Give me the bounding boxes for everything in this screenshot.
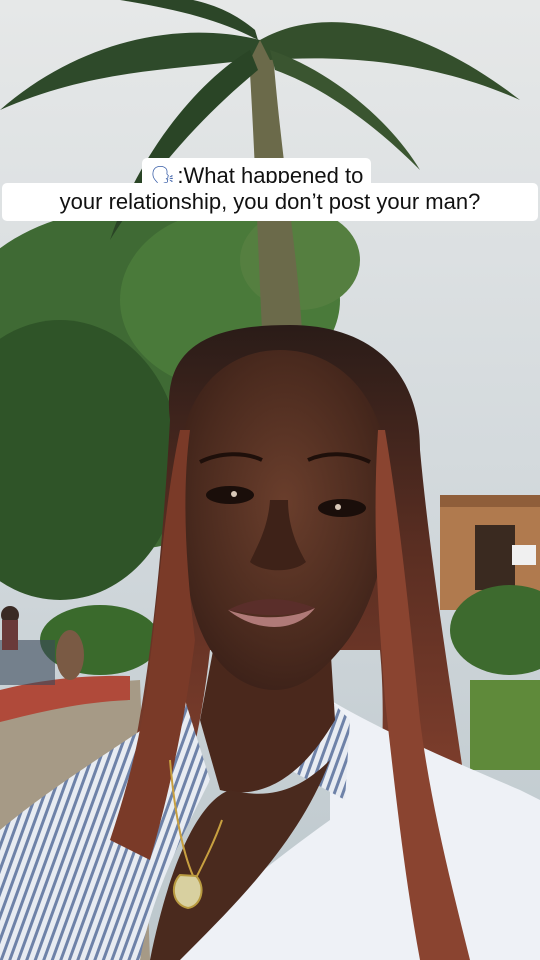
caption-line-2: your relationship, you don’t post your m… xyxy=(2,183,538,221)
selfie-photo xyxy=(0,0,540,960)
caption-line-2-text: your relationship, you don’t post your m… xyxy=(59,189,481,214)
video-frame: 🗣:What happened to your relationship, yo… xyxy=(0,0,540,960)
